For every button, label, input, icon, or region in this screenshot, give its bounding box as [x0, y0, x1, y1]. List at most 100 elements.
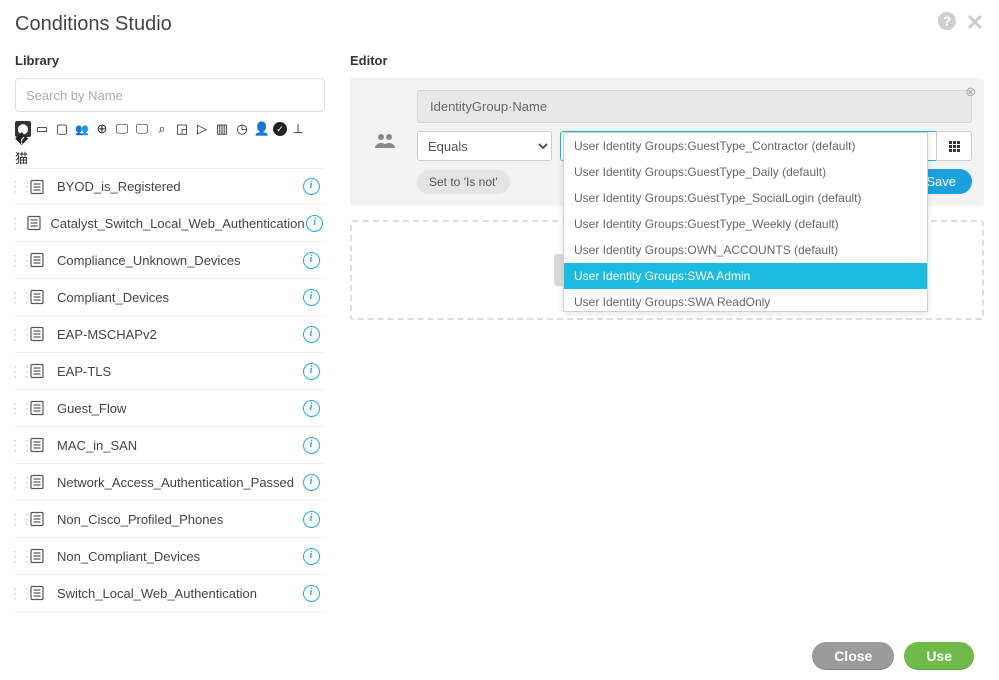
library-item-label: EAP-MSCHAPv2 [49, 327, 297, 342]
attribute-field[interactable]: IdentityGroup·Name [417, 90, 972, 123]
library-item[interactable]: ⋮⋮ Compliant_Devices [15, 279, 325, 316]
dropdown-option[interactable]: User Identity Groups:GuestType_Daily (de… [564, 159, 927, 185]
library-item[interactable]: ⋮⋮ Network_Access_Authentication_Passed [15, 464, 325, 501]
clock-icon[interactable]: ◷ [233, 120, 251, 138]
drag-handle-icon[interactable]: ⋮⋮ [15, 279, 25, 315]
drag-handle-icon[interactable]: ⋮⋮ [15, 242, 25, 278]
card-icon[interactable]: ▭ [33, 120, 51, 138]
drag-handle-icon[interactable]: ⋮⋮ [15, 427, 25, 463]
search-input[interactable] [15, 78, 325, 112]
document-icon [25, 585, 49, 601]
info-icon[interactable] [297, 548, 325, 565]
dropdown-option[interactable]: User Identity Groups:GuestType_Contracto… [564, 133, 927, 159]
use-button[interactable]: Use [904, 642, 974, 670]
library-item-label: MAC_in_SAN [49, 438, 297, 453]
library-item[interactable]: ⋮⋮ Catalyst_Switch_Local_Web_Authenticati… [15, 205, 325, 242]
library-item[interactable]: ⋮⋮ EAP-TLS [15, 353, 325, 390]
operator-select[interactable]: Equals [417, 131, 552, 161]
library-item-label: Compliant_Devices [49, 290, 297, 305]
drag-handle-icon[interactable]: ⋮⋮ [15, 353, 25, 389]
window-icon[interactable]: ◲ [173, 120, 191, 138]
document-icon [25, 252, 49, 268]
drag-handle-icon[interactable]: ⋮⋮ [15, 575, 25, 611]
document-icon [25, 437, 49, 453]
library-item-label: Non_Cisco_Profiled_Phones [49, 512, 297, 527]
library-item[interactable]: ⋮⋮Switch_Local_Web_Authentication [15, 575, 325, 612]
grid-icon [949, 141, 960, 152]
globe-icon[interactable]: ⊕ [93, 120, 111, 138]
drag-handle-icon[interactable]: ⋮⋮ [15, 205, 25, 241]
document-icon [25, 179, 49, 195]
building-icon[interactable]: ▥ [213, 120, 231, 138]
dropdown-option[interactable]: User Identity Groups:GuestType_Weekly (d… [564, 211, 927, 237]
library-item-label: Compliance_Unknown_Devices [49, 253, 297, 268]
page-title: Conditions Studio [15, 13, 172, 36]
document-icon [25, 363, 49, 379]
drag-handle-icon[interactable]: ⋮⋮ [15, 538, 25, 574]
info-icon[interactable] [297, 363, 325, 380]
play-icon[interactable]: ▷ [193, 120, 211, 138]
library-item[interactable]: ⋮⋮ Compliance_Unknown_Devices [15, 242, 325, 279]
close-icon[interactable]: ✕ [966, 10, 984, 38]
info-icon[interactable] [297, 511, 325, 528]
library-item[interactable]: ⋮⋮ BYOD_is_Registered [15, 168, 325, 205]
library-item-label: EAP-TLS [49, 364, 297, 379]
help-icon[interactable]: ? [936, 10, 958, 38]
document-icon [25, 400, 49, 416]
library-item[interactable]: ⋮⋮ MAC_in_SAN [15, 427, 325, 464]
document-icon [25, 289, 49, 305]
drag-handle-icon[interactable]: ⋮⋮ [15, 501, 25, 537]
info-icon[interactable] [297, 326, 325, 343]
library-item-label: Guest_Flow [49, 401, 297, 416]
document-icon [25, 511, 49, 527]
dropdown-option[interactable]: User Identity Groups:SWA ReadOnly [564, 289, 927, 312]
dropdown-option[interactable]: User Identity Groups:OWN_ACCOUNTS (defau… [564, 237, 927, 263]
dropdown-option[interactable]: User Identity Groups:SWA Admin [564, 263, 927, 289]
library-item-label: Network_Access_Authentication_Passed [49, 475, 297, 490]
info-icon[interactable] [297, 400, 325, 417]
svg-text:?: ? [943, 14, 951, 29]
library-item-label: Catalyst_Switch_Local_Web_Authentication [42, 216, 304, 231]
check-icon[interactable]: ✓ [273, 122, 287, 136]
library-item-label: Non_Compliant_Devices [49, 549, 297, 564]
close-button[interactable]: Close [812, 642, 894, 670]
editor-heading: Editor [350, 53, 984, 68]
library-list: ⋮⋮ BYOD_is_Registered ⋮⋮ Catalyst_Switch_Lo… [15, 168, 325, 612]
library-item[interactable]: ⋮⋮ Non_Cisco_Profiled_Phones [15, 501, 325, 538]
library-heading: Library [15, 53, 325, 68]
info-icon[interactable] [297, 585, 325, 602]
library-item[interactable]: ⋮⋮ EAP-MSCHAPv2 [15, 316, 325, 353]
drag-handle-icon[interactable]: ⋮⋮ [15, 169, 25, 204]
filter-icon-toolbar: ⬤ ▭ ▢ 👥 ⊕ 🖵 🖵 ⌕ ◲ ▷ ▥ ◷ 👤 ✓ ⊥ �猫 [15, 120, 325, 158]
library-item-label: BYOD_is_Registered [49, 179, 297, 194]
info-icon[interactable] [297, 474, 325, 491]
library-item[interactable]: ⋮⋮ Guest_Flow [15, 390, 325, 427]
info-icon[interactable] [297, 178, 325, 195]
info-icon[interactable] [305, 215, 325, 232]
value-dropdown: User Identity Groups:GuestType_Contracto… [563, 132, 928, 312]
document-icon [25, 215, 42, 231]
user-icon[interactable]: 👤 [253, 120, 271, 138]
document-icon [25, 548, 49, 564]
value-picker-button[interactable] [936, 131, 972, 161]
drag-handle-icon[interactable]: ⋮⋮ [15, 316, 25, 352]
document-icon [25, 474, 49, 490]
identity-group-icon [375, 132, 395, 153]
info-icon[interactable] [297, 289, 325, 306]
info-icon[interactable] [297, 252, 325, 269]
monitor-icon[interactable]: 🖵 [113, 120, 131, 138]
dropdown-option[interactable]: User Identity Groups:GuestType_SocialLog… [564, 185, 927, 211]
device-icon[interactable]: ▢ [53, 120, 71, 138]
library-item[interactable]: ⋮⋮ Non_Compliant_Devices [15, 538, 325, 575]
radio-icon[interactable]: ⊥ [289, 120, 307, 138]
info-icon[interactable] [297, 437, 325, 454]
condition-card: ⊗ IdentityGroup·Name Equals [350, 78, 984, 206]
drag-handle-icon[interactable]: ⋮⋮ [15, 390, 25, 426]
drag-handle-icon[interactable]: ⋮⋮ [15, 464, 25, 500]
clear-condition-icon[interactable]: ⊗ [965, 84, 976, 100]
hierarchy-icon[interactable]: ⌕ [153, 120, 171, 138]
screen-icon[interactable]: 🖵 [133, 120, 151, 138]
wifi-icon[interactable]: �猫 [15, 140, 33, 158]
users-icon[interactable]: 👥 [73, 120, 91, 138]
set-is-not-button[interactable]: Set to 'Is not' [417, 170, 510, 194]
